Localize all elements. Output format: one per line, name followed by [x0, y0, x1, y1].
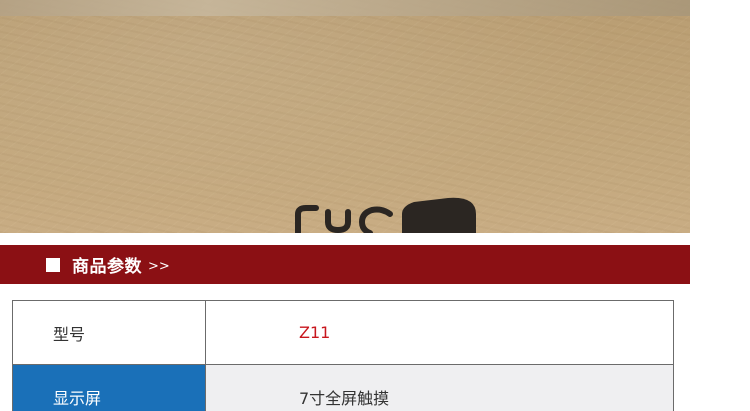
- section-title: 商品参数: [72, 257, 142, 277]
- table-row: 显示屏 7寸全屏触摸: [12, 364, 674, 411]
- product-photo: [0, 0, 690, 233]
- double-chevron-icon: >>: [148, 258, 170, 274]
- param-label: 型号: [12, 300, 206, 365]
- param-value: 7寸全屏触摸: [205, 364, 674, 411]
- photo-top-strip: [0, 0, 690, 16]
- box-printed-logo: [295, 197, 476, 233]
- param-label: 显示屏: [12, 364, 206, 411]
- section-header-bar: 商品参数 >>: [0, 245, 690, 284]
- table-row: 型号 Z11: [12, 300, 674, 365]
- param-value: Z11: [205, 300, 674, 365]
- photo-margin: [690, 0, 750, 233]
- product-params-table: 型号 Z11 显示屏 7寸全屏触摸: [12, 300, 674, 411]
- square-bullet-icon: [46, 257, 60, 272]
- product-detail-page: 商品参数 >> 型号 Z11 显示屏 7寸全屏触摸: [0, 0, 750, 411]
